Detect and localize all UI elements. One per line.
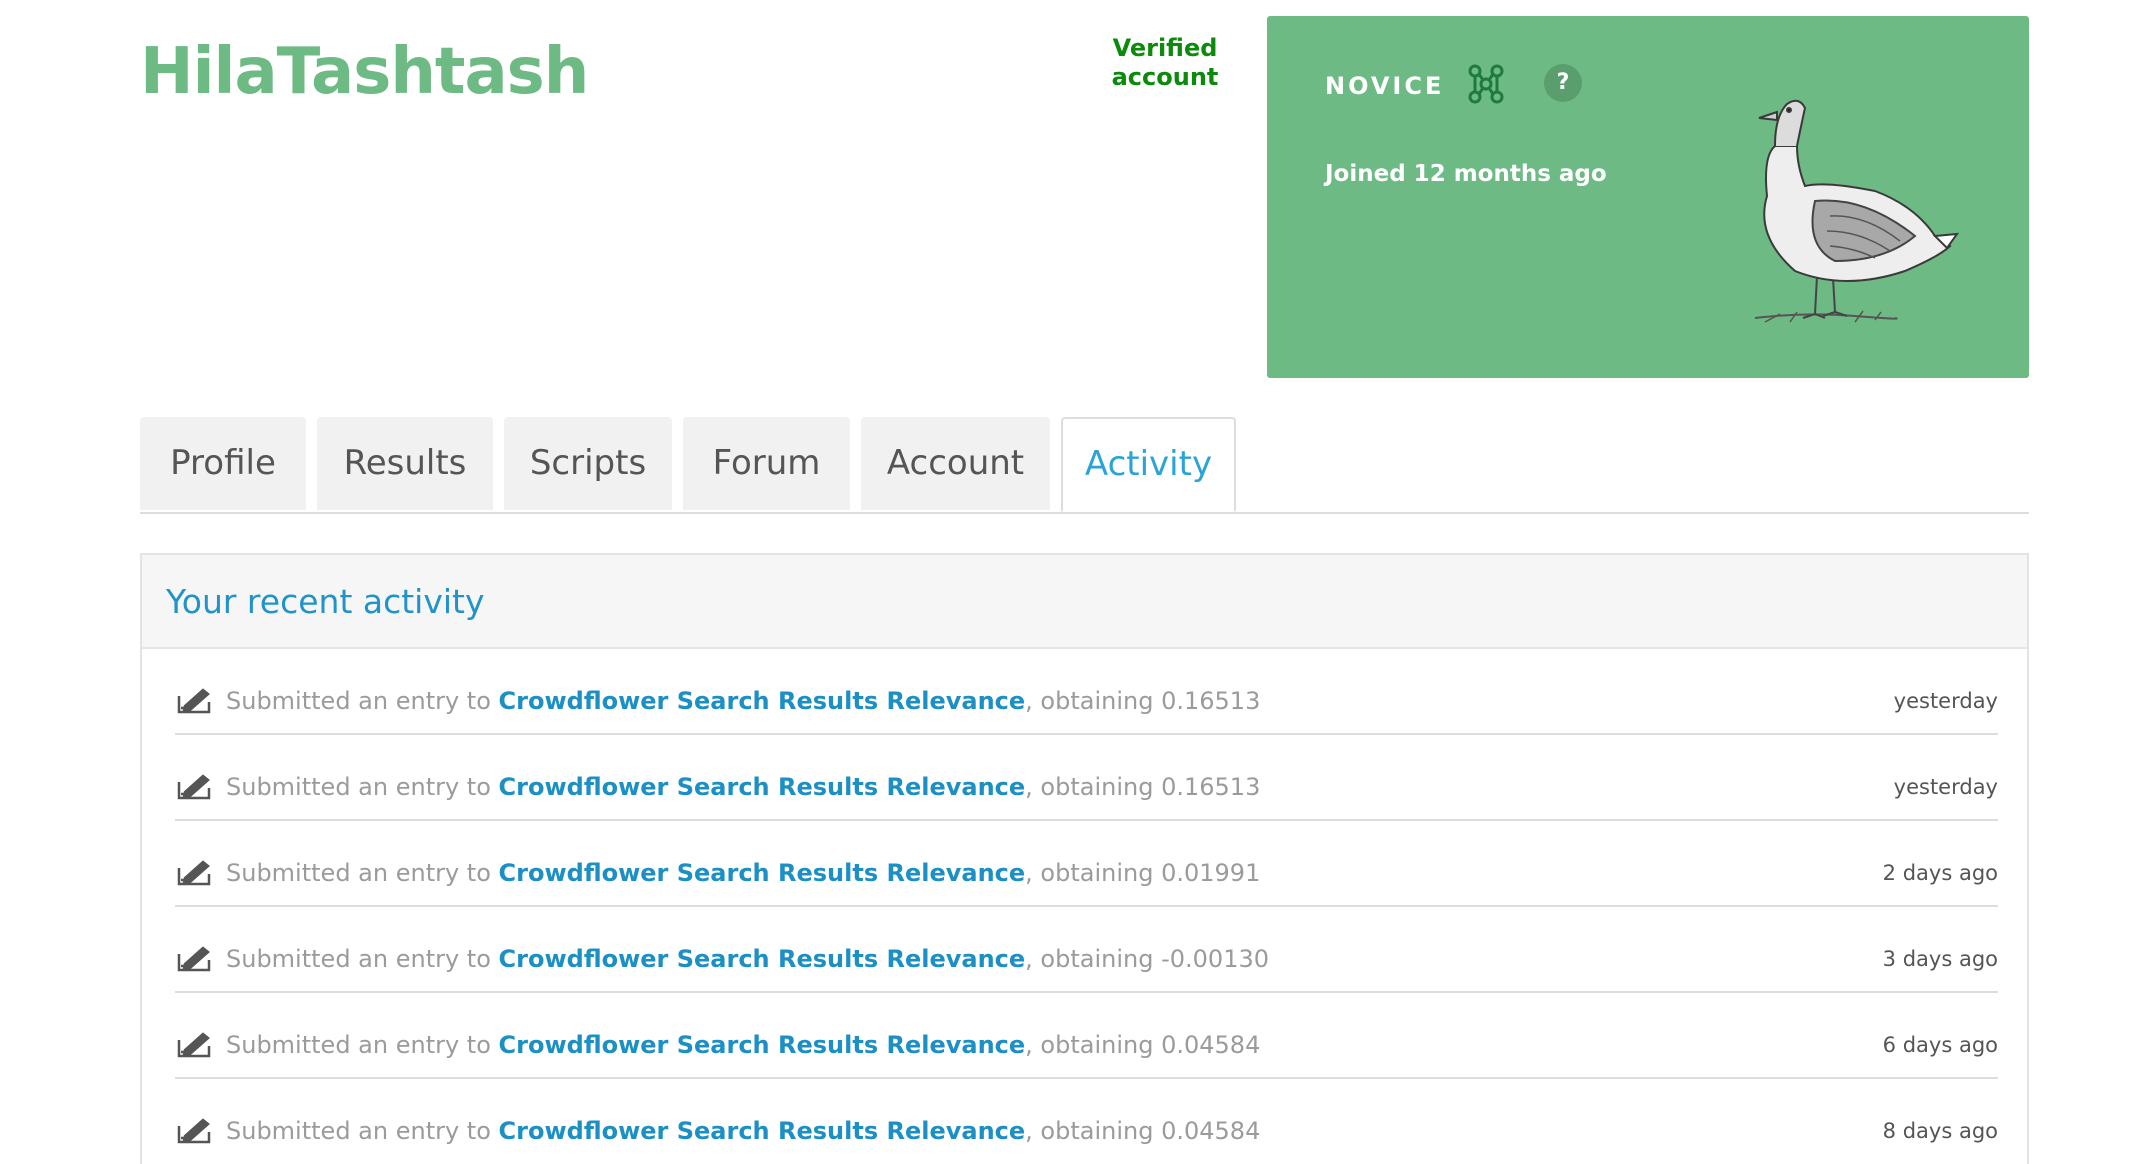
competition-link[interactable]: Crowdflower Search Results Relevance <box>499 859 1026 887</box>
activity-score: 0.16513 <box>1161 773 1261 801</box>
tier-name: NOVICE <box>1325 72 1445 100</box>
activity-obtaining: , obtaining <box>1025 945 1162 973</box>
molecule-icon <box>1468 64 1504 104</box>
activity-row: Submitted an entry to Crowdflower Search… <box>175 1079 1998 1163</box>
activity-list: Submitted an entry to Crowdflower Search… <box>175 649 1998 1163</box>
username-heading: HilaTashtash <box>140 35 589 109</box>
activity-time: 8 days ago <box>1882 1119 1998 1143</box>
activity-description: Submitted an entry to Crowdflower Search… <box>226 859 1260 887</box>
activity-prefix: Submitted an entry to <box>226 859 499 887</box>
joined-date: Joined 12 months ago <box>1325 161 1607 187</box>
activity-panel: Your recent activity Submitted an entry … <box>140 553 2029 1164</box>
profile-tabs: Profile Results Scripts Forum Account Ac… <box>140 417 2029 514</box>
activity-time: 2 days ago <box>1882 861 1998 885</box>
activity-prefix: Submitted an entry to <box>226 945 499 973</box>
activity-row: Submitted an entry to Crowdflower Search… <box>175 821 1998 907</box>
activity-obtaining: , obtaining <box>1025 1117 1162 1145</box>
activity-time: yesterday <box>1893 775 1998 799</box>
competition-link[interactable]: Crowdflower Search Results Relevance <box>499 773 1026 801</box>
submission-icon <box>177 860 211 886</box>
verified-badge: Verified account <box>1100 34 1230 92</box>
activity-time: 3 days ago <box>1882 947 1998 971</box>
verified-label-line2: account <box>1111 63 1219 91</box>
tab-scripts[interactable]: Scripts <box>504 417 672 510</box>
activity-prefix: Submitted an entry to <box>226 687 499 715</box>
tab-forum[interactable]: Forum <box>683 417 850 510</box>
activity-prefix: Submitted an entry to <box>226 1117 499 1145</box>
goose-illustration <box>1754 99 1960 323</box>
activity-description: Submitted an entry to Crowdflower Search… <box>226 687 1260 715</box>
activity-obtaining: , obtaining <box>1025 859 1162 887</box>
profile-page: HilaTashtash Verified account NOVICE ? J… <box>0 0 2130 1164</box>
activity-time: 6 days ago <box>1882 1033 1998 1057</box>
activity-score: 0.01991 <box>1161 859 1261 887</box>
tab-activity[interactable]: Activity <box>1061 417 1236 512</box>
activity-time: yesterday <box>1893 689 1998 713</box>
activity-row: Submitted an entry to Crowdflower Search… <box>175 993 1998 1079</box>
submission-icon <box>177 1032 211 1058</box>
activity-description: Submitted an entry to Crowdflower Search… <box>226 1031 1260 1059</box>
submission-icon <box>177 1118 211 1144</box>
verified-label-line1: Verified <box>1112 34 1218 62</box>
activity-description: Submitted an entry to Crowdflower Search… <box>226 773 1260 801</box>
submission-icon <box>177 946 211 972</box>
competition-link[interactable]: Crowdflower Search Results Relevance <box>499 1031 1026 1059</box>
activity-prefix: Submitted an entry to <box>226 1031 499 1059</box>
tab-results[interactable]: Results <box>317 417 493 510</box>
activity-obtaining: , obtaining <box>1025 773 1162 801</box>
help-icon[interactable]: ? <box>1544 64 1582 102</box>
activity-obtaining: , obtaining <box>1025 687 1162 715</box>
activity-score: 0.04584 <box>1161 1031 1261 1059</box>
competition-link[interactable]: Crowdflower Search Results Relevance <box>499 687 1026 715</box>
activity-obtaining: , obtaining <box>1025 1031 1162 1059</box>
competition-link[interactable]: Crowdflower Search Results Relevance <box>499 1117 1026 1145</box>
submission-icon <box>177 688 211 714</box>
activity-score: 0.16513 <box>1161 687 1261 715</box>
activity-description: Submitted an entry to Crowdflower Search… <box>226 945 1269 973</box>
activity-score: 0.04584 <box>1161 1117 1261 1145</box>
activity-description: Submitted an entry to Crowdflower Search… <box>226 1117 1260 1145</box>
activity-prefix: Submitted an entry to <box>226 773 499 801</box>
activity-row: Submitted an entry to Crowdflower Search… <box>175 649 1998 735</box>
tab-account[interactable]: Account <box>861 417 1050 510</box>
activity-row: Submitted an entry to Crowdflower Search… <box>175 907 1998 993</box>
activity-panel-title: Your recent activity <box>142 555 2027 649</box>
competition-link[interactable]: Crowdflower Search Results Relevance <box>499 945 1026 973</box>
activity-row: Submitted an entry to Crowdflower Search… <box>175 735 1998 821</box>
submission-icon <box>177 774 211 800</box>
tier-card: NOVICE ? Joined 12 months ago <box>1267 16 2029 378</box>
activity-score: -0.00130 <box>1161 945 1269 973</box>
tab-profile[interactable]: Profile <box>140 417 306 510</box>
